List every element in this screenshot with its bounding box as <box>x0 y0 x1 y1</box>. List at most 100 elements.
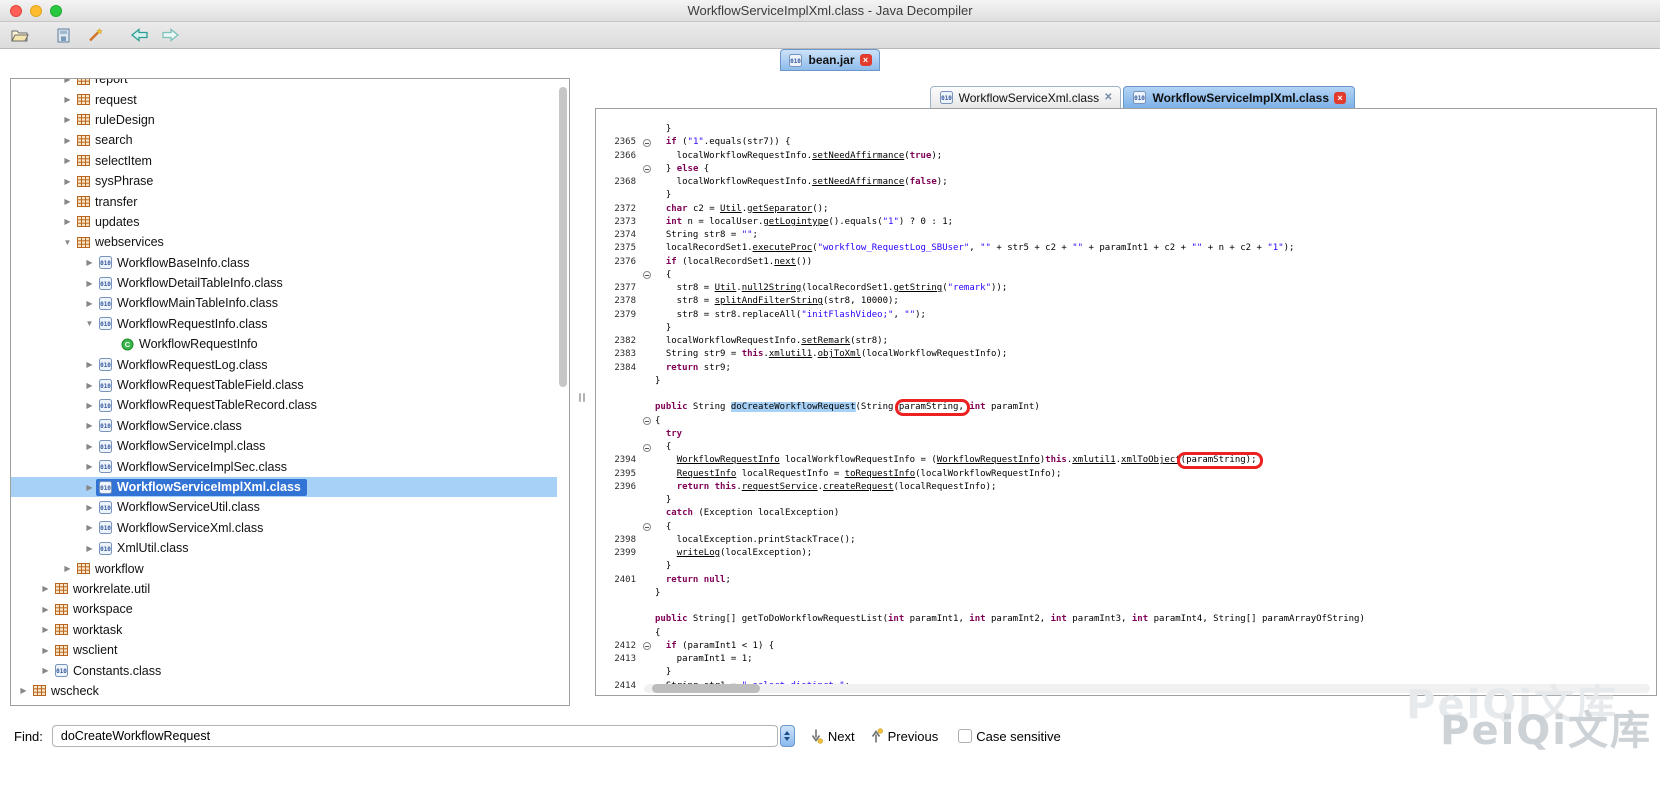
zoom-window-button[interactable] <box>50 5 62 17</box>
code-link[interactable]: getLogintype <box>763 217 828 227</box>
tree-item-workflowrequestlog-class[interactable]: ▶010WorkflowRequestLog.class <box>11 354 557 374</box>
find-history-stepper[interactable] <box>780 725 795 747</box>
fold-marker-icon[interactable] <box>638 642 655 650</box>
scrollbar-thumb[interactable] <box>652 684 760 693</box>
tree-item-webservices[interactable]: ▼webservices <box>11 232 557 252</box>
expand-arrow-icon[interactable]: ▶ <box>39 584 52 593</box>
panel-splitter[interactable] <box>573 390 591 404</box>
code-link[interactable]: xmlutil1 <box>1072 455 1115 465</box>
tree-item-workflowserviceimpl-class[interactable]: ▶010WorkflowServiceImpl.class <box>11 436 557 456</box>
expand-arrow-icon[interactable]: ▶ <box>83 279 96 288</box>
minimize-window-button[interactable] <box>30 5 42 17</box>
code-link[interactable]: getSeparator <box>747 204 812 214</box>
tree-item-workflowmaintableinfo-class[interactable]: ▶010WorkflowMainTableInfo.class <box>11 293 557 313</box>
tree-item-workflowrequestinfo-class[interactable]: ▼010WorkflowRequestInfo.class <box>11 314 557 334</box>
code-link[interactable]: createRequest <box>823 482 893 492</box>
tree-item-updates[interactable]: ▶updates <box>11 212 557 232</box>
tree-item-ruledesign[interactable]: ▶ruleDesign <box>11 110 557 130</box>
tree-item-sysphrase[interactable]: ▶sysPhrase <box>11 171 557 191</box>
expand-arrow-icon[interactable]: ▶ <box>83 503 96 512</box>
expand-arrow-icon[interactable]: ▶ <box>17 686 30 695</box>
expand-arrow-icon[interactable]: ▶ <box>61 115 74 124</box>
tree-item-workspace[interactable]: ▶workspace <box>11 599 557 619</box>
save-icon[interactable] <box>52 25 76 45</box>
find-next-icon[interactable] <box>809 728 824 744</box>
expand-arrow-icon[interactable]: ▶ <box>83 360 96 369</box>
tree-item-workflow[interactable]: ▶workflow <box>11 558 557 578</box>
expand-arrow-icon[interactable]: ▶ <box>61 136 74 145</box>
expand-arrow-icon[interactable]: ▶ <box>61 156 74 165</box>
tree-item-xmlutil-class[interactable]: ▶010XmlUtil.class <box>11 538 557 558</box>
find-previous-icon[interactable] <box>869 728 884 744</box>
expand-arrow-icon[interactable]: ▶ <box>39 666 52 675</box>
expand-arrow-icon[interactable]: ▶ <box>61 177 74 186</box>
tree-item-search[interactable]: ▶search <box>11 130 557 150</box>
expand-arrow-icon[interactable]: ▶ <box>83 483 96 492</box>
code-link[interactable]: getString <box>893 283 942 293</box>
expand-arrow-icon[interactable]: ▶ <box>83 401 96 410</box>
tree-item-transfer[interactable]: ▶transfer <box>11 191 557 211</box>
code-link[interactable]: writeLog <box>677 548 720 558</box>
back-icon[interactable] <box>127 25 151 45</box>
fold-marker-icon[interactable] <box>638 165 655 173</box>
expand-arrow-icon[interactable]: ▶ <box>83 544 96 553</box>
code-link[interactable]: WorkflowRequestInfo <box>937 455 1040 465</box>
fold-marker-icon[interactable] <box>638 444 655 452</box>
code-link[interactable]: setNeedAffirmance <box>812 177 904 187</box>
expand-arrow-icon[interactable]: ▶ <box>83 462 96 471</box>
close-window-button[interactable] <box>10 5 22 17</box>
tree-item-workflowserviceimplsec-class[interactable]: ▶010WorkflowServiceImplSec.class <box>11 456 557 476</box>
expand-arrow-icon[interactable]: ▶ <box>39 646 52 655</box>
expand-arrow-icon[interactable]: ▶ <box>61 217 74 226</box>
tree-item-workflowbaseinfo-class[interactable]: ▶010WorkflowBaseInfo.class <box>11 253 557 273</box>
tree-item-workflowservicexml-class[interactable]: ▶010WorkflowServiceXml.class <box>11 518 557 538</box>
code-link[interactable]: executeProc <box>753 243 813 253</box>
tree-item-workflowrequesttablerecord-class[interactable]: ▶010WorkflowRequestTableRecord.class <box>11 395 557 415</box>
tree-item-workflowrequesttablefield-class[interactable]: ▶010WorkflowRequestTableField.class <box>11 375 557 395</box>
code-link[interactable]: requestService <box>742 482 818 492</box>
expand-arrow-icon[interactable]: ▶ <box>83 421 96 430</box>
case-sensitive-checkbox[interactable] <box>958 729 972 743</box>
tree-item-constants-class[interactable]: ▶010Constants.class <box>11 660 557 680</box>
tree-item-request[interactable]: ▶request <box>11 89 557 109</box>
tree-item-workflowdetailtableinfo-class[interactable]: ▶010WorkflowDetailTableInfo.class <box>11 273 557 293</box>
expand-arrow-icon[interactable]: ▶ <box>61 197 74 206</box>
wand-icon[interactable] <box>83 25 107 45</box>
expand-arrow-icon[interactable]: ▶ <box>61 564 74 573</box>
expand-arrow-icon[interactable]: ▶ <box>83 442 96 451</box>
tree-item-workflowrequestinfo[interactable]: CWorkflowRequestInfo <box>11 334 557 354</box>
tree-item-report[interactable]: ▶report <box>11 78 557 89</box>
expand-arrow-icon[interactable]: ▶ <box>61 95 74 104</box>
tab-bean-jar[interactable]: 010 bean.jar × <box>780 49 879 71</box>
find-previous-label[interactable]: Previous <box>888 729 939 744</box>
find-input[interactable] <box>52 725 778 747</box>
code-link[interactable]: WorkflowRequestInfo <box>677 455 780 465</box>
code-link[interactable]: Util <box>720 204 742 214</box>
editor-tab-workflowservicexml-class[interactable]: 010WorkflowServiceXml.class✕ <box>930 86 1122 109</box>
fold-marker-icon[interactable] <box>638 523 655 531</box>
tree-item-workflowserviceutil-class[interactable]: ▶010WorkflowServiceUtil.class <box>11 497 557 517</box>
tree-item-wscheck[interactable]: ▶wscheck <box>11 681 557 701</box>
tree-scrollbar[interactable] <box>559 87 567 387</box>
tree-item-wsclient[interactable]: ▶wsclient <box>11 640 557 660</box>
find-next-label[interactable]: Next <box>828 729 855 744</box>
expand-arrow-icon[interactable]: ▶ <box>83 523 96 532</box>
code-link[interactable]: null2String <box>742 283 802 293</box>
expand-arrow-icon[interactable]: ▶ <box>39 605 52 614</box>
code-link[interactable]: setRemark <box>801 336 850 346</box>
tree-item-selectitem[interactable]: ▶selectItem <box>11 151 557 171</box>
code-link[interactable]: splitAndFilterString <box>715 296 823 306</box>
expand-arrow-icon[interactable]: ▶ <box>61 78 74 84</box>
collapse-arrow-icon[interactable]: ▼ <box>83 319 96 328</box>
tree-item-workrelate-util[interactable]: ▶workrelate.util <box>11 579 557 599</box>
tree-item-worktask[interactable]: ▶worktask <box>11 620 557 640</box>
close-tab-icon[interactable]: × <box>1334 92 1346 104</box>
code-link[interactable]: RequestInfo <box>677 469 737 479</box>
forward-icon[interactable] <box>158 25 182 45</box>
code-link[interactable]: toRequestInfo <box>845 469 915 479</box>
editor-tab-workflowserviceimplxml-class[interactable]: 010WorkflowServiceImplXml.class× <box>1123 86 1355 109</box>
tree-item-workflowservice-class[interactable]: ▶010WorkflowService.class <box>11 416 557 436</box>
fold-marker-icon[interactable] <box>638 271 655 279</box>
code-link[interactable]: next <box>774 257 796 267</box>
code-link[interactable]: objToXml <box>818 349 861 359</box>
